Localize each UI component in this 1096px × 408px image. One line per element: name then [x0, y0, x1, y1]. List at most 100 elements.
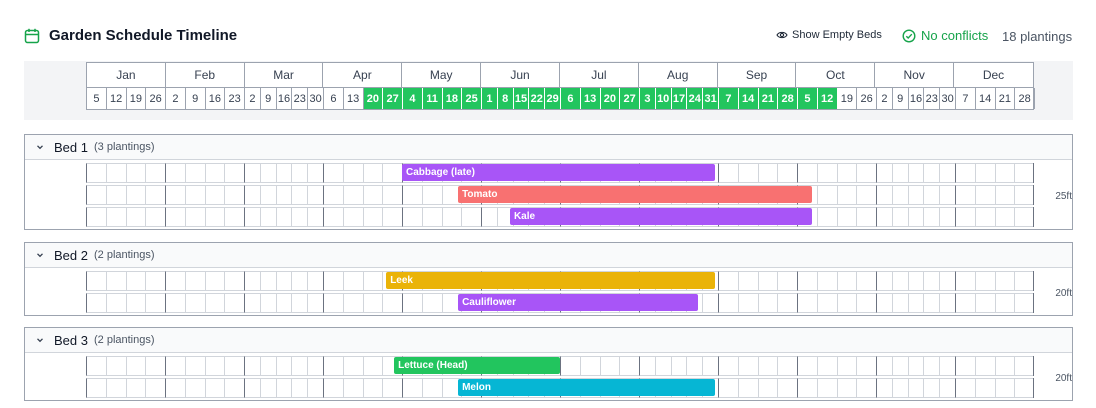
grid-cell	[891, 293, 908, 313]
week-label: 19	[838, 88, 858, 109]
grid-cell	[86, 293, 106, 313]
grid-cell	[974, 163, 995, 183]
grid-cell	[145, 356, 165, 376]
grid-cell	[797, 293, 817, 313]
check-circle-icon	[902, 28, 916, 43]
grid-cell	[891, 207, 908, 227]
planting-bar[interactable]: Cabbage (late)	[402, 164, 716, 181]
week-label: 23	[924, 88, 941, 109]
grid-cell	[105, 271, 126, 291]
planting-row: Lettuce (Head)	[86, 356, 1034, 376]
grid-cell	[342, 163, 363, 183]
grid-cell	[224, 293, 244, 313]
grid-cell	[259, 293, 276, 313]
grid-cell	[165, 185, 185, 205]
grid-cell	[362, 293, 383, 313]
grid-cell	[718, 163, 738, 183]
bed-header[interactable]: Bed 2 (2 plantings)	[25, 243, 1072, 268]
grid-cell	[204, 271, 225, 291]
grid-cell	[165, 207, 185, 227]
bed-name: Bed 1	[54, 139, 88, 155]
grid-cell	[816, 207, 837, 227]
grid-cell	[307, 378, 323, 398]
grid-cell	[184, 271, 205, 291]
grid-cell	[362, 271, 383, 291]
grid-cell	[816, 356, 837, 376]
month-label-jul: Jul	[560, 63, 639, 87]
grid-cell	[974, 207, 995, 227]
conflict-status: No conflicts	[902, 28, 988, 43]
grid-cell	[994, 378, 1015, 398]
week-label: 3	[640, 88, 656, 109]
bed-planting-count: (3 plantings)	[93, 141, 155, 153]
grid-cell	[654, 356, 671, 376]
grid-row-end	[1033, 356, 1034, 376]
grid-row-end	[1033, 293, 1034, 313]
grid-cell	[923, 185, 940, 205]
grid-cell	[856, 293, 876, 313]
week-label: 23	[292, 88, 309, 109]
week-label: 2	[166, 88, 186, 109]
bed-panel: Bed 1 (3 plantings) Cabbage (late) Tomato Ka…	[24, 134, 1073, 230]
grid-cell	[757, 293, 778, 313]
grid-cell	[816, 185, 837, 205]
grid-cell	[204, 378, 225, 398]
week-label: 18	[442, 88, 463, 109]
show-empty-beds-toggle[interactable]: Show Empty Beds	[776, 29, 882, 41]
grid-cell	[836, 163, 857, 183]
grid-cell	[382, 185, 402, 205]
grid-cell	[923, 356, 940, 376]
grid-cell	[907, 185, 924, 205]
grid-cell	[224, 271, 244, 291]
planting-row: Cabbage (late)	[86, 163, 1034, 183]
week-label: 28	[1015, 88, 1035, 109]
grid-cell	[291, 163, 308, 183]
grid-cell	[777, 293, 797, 313]
grid-cell	[757, 378, 778, 398]
grid-cell	[125, 356, 146, 376]
calendar-icon	[24, 28, 40, 44]
grid-cell	[362, 378, 383, 398]
planting-bar[interactable]: Melon	[458, 379, 716, 396]
grid-cell	[481, 207, 497, 227]
grid-cell	[259, 356, 276, 376]
grid-cell	[737, 271, 758, 291]
grid-cell	[836, 293, 857, 313]
bed-name: Bed 3	[54, 332, 88, 348]
planting-bar[interactable]: Leek	[386, 272, 716, 289]
week-row: 5 12 19 26 2 9 16 23 2 9 16 23 30 6 13 20 27 4 11 18 25 1 8 15 2…	[86, 88, 1035, 110]
grid-cell	[876, 293, 892, 313]
bed-header[interactable]: Bed 1 (3 plantings)	[25, 135, 1072, 160]
grid-cell	[307, 185, 323, 205]
grid-cell	[737, 293, 758, 313]
grid-cell	[259, 185, 276, 205]
grid-cell	[994, 356, 1015, 376]
grid-cell	[165, 378, 185, 398]
week-label: 9	[261, 88, 277, 109]
grid-cell	[777, 271, 797, 291]
grid-cell	[224, 207, 244, 227]
grid-cell	[891, 185, 908, 205]
grid-cell	[291, 378, 308, 398]
grid-cell	[382, 163, 402, 183]
grid-cell	[907, 378, 924, 398]
grid-cell	[939, 185, 955, 205]
planting-bar[interactable]: Kale	[509, 208, 813, 225]
grid-cell	[105, 378, 126, 398]
grid-cell	[307, 293, 323, 313]
grid-cell	[461, 207, 481, 227]
planting-bar[interactable]: Cauliflower	[458, 294, 698, 311]
grid-cell	[939, 356, 955, 376]
week-label: 1	[482, 88, 498, 109]
week-label: 12	[107, 88, 127, 109]
grid-cell	[342, 378, 363, 398]
grid-cell	[165, 356, 185, 376]
grid-cell	[856, 356, 876, 376]
grid-cell	[994, 163, 1015, 183]
grid-cell	[184, 378, 205, 398]
bed-header[interactable]: Bed 3 (2 plantings)	[25, 328, 1072, 353]
planting-bar[interactable]: Tomato	[458, 186, 813, 203]
grid-cell	[907, 271, 924, 291]
planting-bar[interactable]: Lettuce (Head)	[394, 357, 560, 374]
month-label-jan: Jan	[87, 63, 166, 87]
